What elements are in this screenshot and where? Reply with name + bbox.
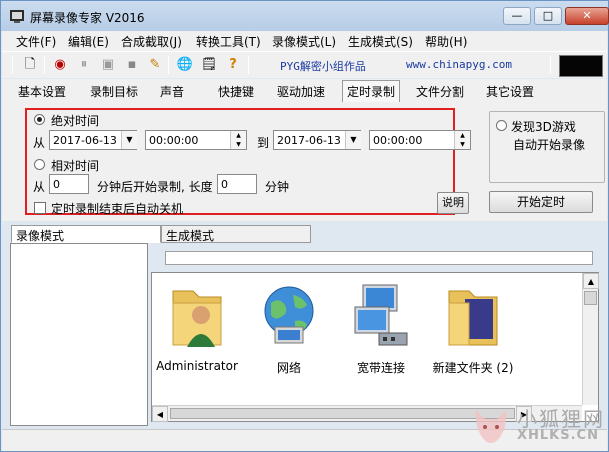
detect-3d-label: 发现3D游戏 [511,120,576,134]
scroll-thumb[interactable] [584,291,597,305]
start-time-spinner[interactable]: ▲ ▼ [230,131,246,149]
tab-file-split[interactable]: 文件分割 [412,83,468,100]
start-time-value: 00:00:00 [149,134,199,147]
menu-edit[interactable]: 编辑(E) [68,33,109,50]
scroll-left-icon[interactable]: ◀ [152,406,168,422]
notes-icon[interactable]: 🗒 [199,55,219,75]
url-text: www.chinapyg.com [406,58,512,71]
end-time-spinner[interactable]: ▲ ▼ [454,131,470,149]
broadband-connection-icon [354,284,408,346]
file-item-administrator[interactable]: Administrator [152,281,242,381]
menu-help[interactable]: 帮助(H) [425,33,467,50]
relative-length-value: 0 [221,178,228,191]
mode-tabs: 录像模式 生成模式 [9,225,607,243]
app-window: 屏幕录像专家 V2016 — □ ✕ 文件(F) 编辑(E) 合成截取(J) 转… [0,0,609,452]
menu-compose[interactable]: 合成截取(J) [121,33,182,50]
start-date-value: 2017-06-13 [53,134,117,147]
tab-sound[interactable]: 声音 [156,83,188,100]
relative-start-minutes-field[interactable]: 0 [49,174,89,194]
toolbar-separator [248,56,249,74]
scroll-thumb[interactable] [170,408,515,419]
absolute-time-radio[interactable] [34,114,45,125]
fox-logo-icon [475,409,507,443]
absolute-time-label: 绝对时间 [51,114,100,128]
file-item-network[interactable]: 网络 [244,281,334,381]
tab-basic[interactable]: 基本设置 [14,83,70,100]
relative-time-radio[interactable] [34,159,45,170]
pause-icon[interactable]: ⏸ [74,55,94,75]
file-label: 新建文件夹 (2) [432,361,514,375]
folder-icon [448,290,498,346]
tab-generate-mode[interactable]: 生成模式 [161,225,311,243]
preview-box [559,55,603,77]
relative-middle-label: 分钟后开始录制, 长度 [97,180,213,194]
from-label: 从 [33,136,46,150]
tab-driver-accel[interactable]: 驱动加速 [273,83,329,100]
watermark-url: XHLKS.CN [517,428,599,443]
scroll-up-icon[interactable]: ▲ [583,273,599,289]
settings-tabs: 基本设置 录制目标 声音 快捷键 驱动加速 定时录制 文件分割 其它设置 [2,79,607,103]
tab-timed-record[interactable]: 定时录制 [342,80,401,102]
toolbar: 🗋 ◉ ⏸ ▣ ▪ ✎ 🌐 🗒 ? PYG解密小组作品 www.chinapyg… [2,51,607,78]
app-logo-icon [10,10,24,23]
window-title: 屏幕录像专家 V2016 [30,11,145,25]
to-label: 到 [257,136,270,150]
menu-file[interactable]: 文件(F) [16,33,56,50]
close-button[interactable]: ✕ [565,7,609,25]
toolbar-separator [44,56,45,74]
network-globe-icon [264,286,314,344]
credit-text: PYG解密小组作品 [280,60,366,73]
chevron-down-icon[interactable]: ▼ [121,131,137,149]
camera-icon[interactable]: ▪ [122,55,142,75]
chevron-down-icon[interactable]: ▼ [345,131,361,149]
relative-time-label: 相对时间 [51,159,100,173]
file-item-new-folder[interactable]: 新建文件夹 (2) [428,281,518,381]
toolbar-separator [550,56,551,74]
user-folder-icon [172,290,222,347]
start-timer-button[interactable]: 开始定时 [489,191,593,213]
path-bar[interactable] [165,251,593,265]
watermark: 小狐狸网 XHLKS.CN [469,401,609,451]
auto-record-label: 自动开始录像 [513,138,586,152]
tab-record-mode[interactable]: 录像模式 [11,225,161,243]
record-icon[interactable]: ◉ [50,55,70,75]
relative-start-minutes-value: 0 [53,178,60,191]
menu-record-mode[interactable]: 录像模式(L) [272,33,336,50]
menu-generate-mode[interactable]: 生成模式(S) [348,33,413,50]
relative-from-label: 从 [33,180,46,194]
tab-record-target[interactable]: 录制目标 [86,83,142,100]
recordings-list[interactable] [10,243,148,426]
menu-bar: 文件(F) 编辑(E) 合成截取(J) 转换工具(T) 录像模式(L) 生成模式… [2,31,607,51]
pen-icon[interactable]: ✎ [145,55,165,75]
title-bar: 屏幕录像专家 V2016 — □ ✕ [1,1,609,31]
help-button[interactable]: 说明 [437,192,469,214]
file-browser[interactable]: Administrator 网络 宽带连接 新建文件夹 (2) ▲ ◀ ▶ [151,272,599,422]
globe-icon[interactable]: 🌐 [175,55,195,75]
end-date-value: 2017-06-13 [277,134,341,147]
maximize-button[interactable]: □ [534,7,562,25]
help-icon[interactable]: ? [223,55,243,75]
end-time-value: 00:00:00 [373,134,423,147]
tab-other-settings[interactable]: 其它设置 [482,83,538,100]
tab-hotkeys[interactable]: 快捷键 [214,83,258,100]
auto-shutdown-checkbox[interactable] [34,202,46,214]
toolbar-separator [168,56,169,74]
vertical-scrollbar[interactable]: ▲ [582,273,599,405]
minimize-button[interactable]: — [503,7,531,25]
stop-icon[interactable]: ▣ [98,55,118,75]
toolbar-separator [12,56,13,74]
file-item-broadband[interactable]: 宽带连接 [336,281,426,381]
new-file-icon[interactable]: 🗋 [20,55,40,75]
minutes-unit-label: 分钟 [265,180,290,194]
auto-shutdown-label: 定时录制结束后自动关机 [51,202,184,216]
relative-length-field[interactable]: 0 [217,174,257,194]
menu-convert[interactable]: 转换工具(T) [196,33,261,50]
detect-3d-radio[interactable] [496,120,507,131]
